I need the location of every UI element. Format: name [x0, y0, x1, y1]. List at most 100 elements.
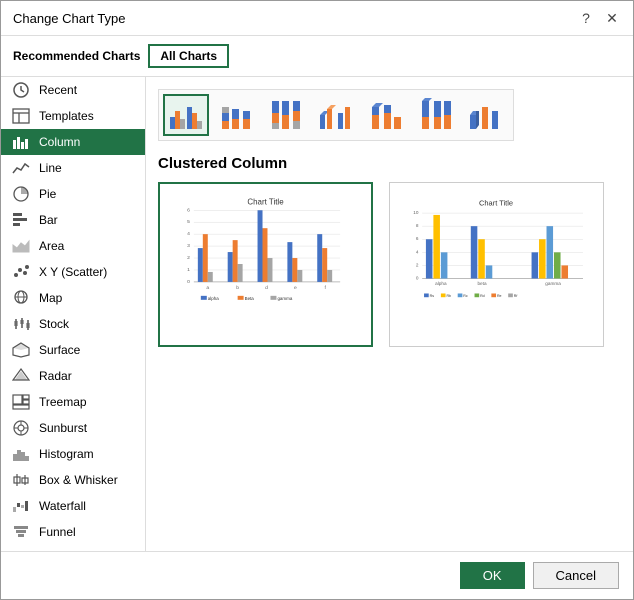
svg-text:1: 1 [187, 267, 190, 273]
funnel-icon [11, 524, 31, 540]
svg-text:5: 5 [187, 219, 190, 225]
dialog-title: Change Chart Type [13, 11, 126, 26]
tabs-label: Recommended Charts [13, 49, 140, 63]
section-title: Clustered Column [158, 155, 621, 172]
chart-type-clustered-column[interactable] [163, 94, 209, 136]
sidebar-item-surface[interactable]: Surface [1, 337, 145, 363]
sidebar-item-sunburst[interactable]: Sunburst [1, 415, 145, 441]
sidebar-item-column[interactable]: Column [1, 129, 145, 155]
sidebar-item-funnel[interactable]: Funnel [1, 519, 145, 545]
svg-text:6: 6 [416, 236, 419, 241]
svg-text:2: 2 [416, 262, 419, 267]
svg-text:0: 0 [416, 275, 419, 280]
svg-text:gamma: gamma [545, 281, 561, 286]
svg-text:8: 8 [416, 223, 419, 228]
svg-text:3: 3 [187, 243, 190, 249]
svg-text:gamma: gamma [277, 296, 292, 301]
main-content: Clustered Column Chart Title [146, 77, 633, 551]
boxwhisker-icon [11, 472, 31, 488]
svg-text:Chart Title: Chart Title [247, 197, 284, 206]
chart-svg-2: Chart Title 0 2 4 6 8 10 [396, 189, 597, 340]
sidebar-label-histogram: Histogram [39, 447, 94, 461]
svg-text:2: 2 [187, 255, 190, 261]
chart-type-stacked-column[interactable] [213, 94, 259, 136]
chart-types-row [158, 89, 514, 141]
sidebar-item-line[interactable]: Line [1, 155, 145, 181]
svg-text:Re: Re [497, 294, 502, 298]
line-icon [11, 160, 31, 176]
sidebar-item-radar[interactable]: Radar [1, 363, 145, 389]
chart-type-3d-column[interactable] [463, 94, 509, 136]
templates-icon [11, 108, 31, 124]
stock-icon [11, 316, 31, 332]
svg-text:6: 6 [187, 207, 190, 213]
sidebar-item-recent[interactable]: Recent [1, 77, 145, 103]
svg-text:f: f [325, 285, 327, 291]
surface-icon [11, 342, 31, 358]
sidebar-item-pie[interactable]: Pie [1, 181, 145, 207]
sidebar-label-treemap: Treemap [39, 395, 87, 409]
sunburst-icon [11, 420, 31, 436]
dialog-body: Recent Templates Column [1, 77, 633, 551]
chart-preview-2[interactable]: Chart Title 0 2 4 6 8 10 [389, 182, 604, 347]
sidebar-label-bar: Bar [39, 213, 58, 227]
sidebar-label-column: Column [39, 135, 80, 149]
area-icon [11, 238, 31, 254]
titlebar-controls: ? ✕ [577, 9, 621, 27]
sidebar-item-templates[interactable]: Templates [1, 103, 145, 129]
svg-text:a: a [206, 286, 209, 291]
svg-text:4: 4 [416, 249, 419, 254]
sidebar-label-templates: Templates [39, 109, 94, 123]
histogram-icon [11, 446, 31, 462]
svg-text:beta: beta [477, 281, 486, 286]
sidebar-item-waterfall[interactable]: Waterfall [1, 493, 145, 519]
sidebar-item-treemap[interactable]: Treemap [1, 389, 145, 415]
svg-text:e: e [294, 286, 297, 291]
radar-icon [11, 368, 31, 384]
sidebar-label-line: Line [39, 161, 62, 175]
svg-text:alpha: alpha [208, 296, 219, 301]
sidebar-item-scatter[interactable]: X Y (Scatter) [1, 259, 145, 285]
chart-type-3d-clustered-column[interactable] [313, 94, 359, 136]
svg-text:Rf: Rf [514, 294, 518, 298]
chart-preview-1[interactable]: Chart Title 0 1 2 3 4 [158, 182, 373, 347]
sidebar-item-boxwhisker[interactable]: Box & Whisker [1, 467, 145, 493]
sidebar-item-map[interactable]: Map [1, 285, 145, 311]
svg-text:d: d [265, 285, 268, 291]
sidebar: Recent Templates Column [1, 77, 146, 551]
close-button[interactable]: ✕ [603, 9, 621, 27]
svg-text:Rb: Rb [446, 294, 451, 298]
sidebar-item-stock[interactable]: Stock [1, 311, 145, 337]
column-icon [11, 134, 31, 150]
sidebar-item-histogram[interactable]: Histogram [1, 441, 145, 467]
chart-previews: Chart Title 0 1 2 3 4 [158, 182, 621, 539]
map-icon [11, 290, 31, 306]
bar-icon [11, 212, 31, 228]
sidebar-item-area[interactable]: Area [1, 233, 145, 259]
chart-type-3d-100-stacked-column[interactable] [413, 94, 459, 136]
change-chart-type-dialog: Change Chart Type ? ✕ Recommended Charts… [0, 0, 634, 600]
sidebar-item-bar[interactable]: Bar [1, 207, 145, 233]
sidebar-label-recent: Recent [39, 83, 77, 97]
svg-text:Rc: Rc [463, 294, 468, 298]
svg-text:b: b [236, 285, 239, 291]
cancel-button[interactable]: Cancel [533, 562, 619, 589]
ok-button[interactable]: OK [460, 562, 525, 589]
chart-type-100-stacked-column[interactable] [263, 94, 309, 136]
treemap-icon [11, 394, 31, 410]
svg-text:0: 0 [187, 279, 190, 285]
sidebar-label-sunburst: Sunburst [39, 421, 87, 435]
recent-icon [11, 82, 31, 98]
tab-all-charts[interactable]: All Charts [148, 44, 229, 68]
sidebar-label-scatter: X Y (Scatter) [39, 265, 107, 279]
sidebar-label-area: Area [39, 239, 64, 253]
scatter-icon [11, 264, 31, 280]
sidebar-label-surface: Surface [39, 343, 80, 357]
help-button[interactable]: ? [577, 9, 595, 27]
svg-text:Beta: Beta [245, 296, 255, 301]
waterfall-icon [11, 498, 31, 514]
svg-text:Rd: Rd [480, 294, 485, 298]
svg-text:Rs: Rs [430, 294, 435, 298]
chart-type-3d-stacked-column[interactable] [363, 94, 409, 136]
sidebar-label-waterfall: Waterfall [39, 499, 86, 513]
